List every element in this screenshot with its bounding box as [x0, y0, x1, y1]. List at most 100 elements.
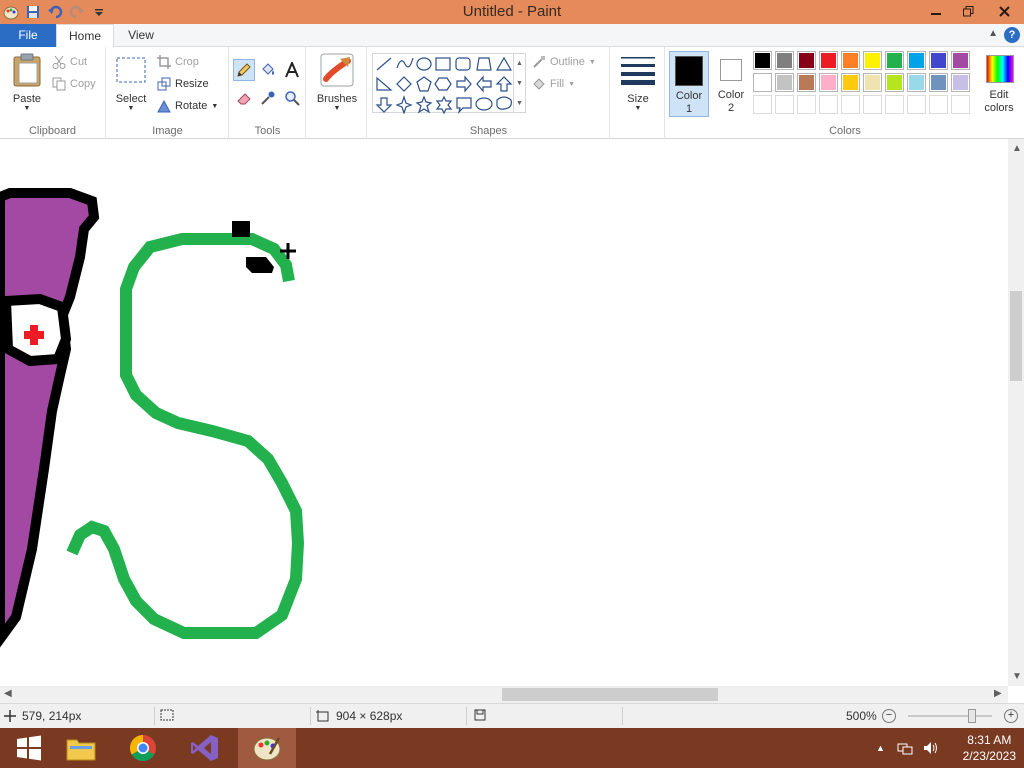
- palette-swatch[interactable]: [863, 73, 882, 92]
- eraser-tool[interactable]: [233, 87, 255, 109]
- paste-button[interactable]: Paste ▼: [6, 51, 48, 115]
- vertical-scrollbar[interactable]: ▲ ▼: [1008, 139, 1024, 686]
- minimize-ribbon-icon[interactable]: ▲: [988, 28, 998, 39]
- scroll-up-icon[interactable]: ▲: [514, 54, 525, 74]
- palette-custom-slot[interactable]: [797, 95, 816, 114]
- rotate-button[interactable]: Rotate ▼: [157, 97, 218, 115]
- text-tool[interactable]: [281, 59, 303, 81]
- palette-custom-slot[interactable]: [907, 95, 926, 114]
- select-button[interactable]: Select ▼: [113, 51, 149, 115]
- tools-group: Tools: [230, 47, 306, 139]
- palette-custom-slot[interactable]: [753, 95, 772, 114]
- palette-swatch[interactable]: [753, 73, 772, 92]
- restore-button[interactable]: [952, 0, 984, 22]
- vertical-scroll-thumb[interactable]: [1010, 291, 1022, 381]
- zoom-text: 500%: [846, 709, 877, 723]
- drawing-canvas[interactable]: [0, 139, 1008, 686]
- chevron-down-icon: ▼: [568, 80, 575, 88]
- palette-custom-slot[interactable]: [841, 95, 860, 114]
- shapes-scroll[interactable]: ▲ ▼ ▼: [514, 53, 526, 113]
- palette-swatch[interactable]: [775, 73, 794, 92]
- palette-swatch[interactable]: [885, 73, 904, 92]
- palette-swatch[interactable]: [885, 51, 904, 70]
- clock-time: 8:31 AM: [967, 733, 1012, 747]
- scroll-down-icon[interactable]: ▼: [514, 74, 525, 94]
- color1-button[interactable]: Color 1: [669, 51, 709, 117]
- outline-label: Outline: [550, 56, 585, 68]
- fill-button[interactable]: Fill ▼: [532, 75, 575, 93]
- palette-swatch[interactable]: [841, 51, 860, 70]
- cut-label: Cut: [70, 56, 88, 68]
- five-point-star-shape-icon: [415, 95, 433, 114]
- palette-swatch[interactable]: [863, 51, 882, 70]
- crop-button[interactable]: Crop: [157, 53, 199, 71]
- show-hidden-icons[interactable]: ▲: [876, 743, 885, 753]
- palette-custom-slot[interactable]: [775, 95, 794, 114]
- palette-swatch[interactable]: [929, 51, 948, 70]
- shapes-group-label: Shapes: [469, 125, 508, 137]
- select-icon: [116, 57, 146, 83]
- palette-swatch[interactable]: [797, 73, 816, 92]
- fill-tool[interactable]: [257, 59, 279, 81]
- file-explorer-taskbar[interactable]: [52, 728, 110, 768]
- size-button[interactable]: Size ▼: [615, 51, 661, 117]
- palette-swatch[interactable]: [951, 51, 970, 70]
- expand-gallery-icon[interactable]: ▼: [514, 94, 525, 114]
- volume-icon[interactable]: [923, 741, 939, 755]
- palette-swatch[interactable]: [775, 51, 794, 70]
- scroll-down-icon[interactable]: ▼: [1012, 671, 1022, 682]
- horizontal-scrollbar[interactable]: ◀ ▶: [0, 686, 1008, 703]
- oval-shape-icon: [416, 57, 432, 71]
- palette-swatch[interactable]: [951, 73, 970, 92]
- brushes-button[interactable]: Brushes ▼: [311, 51, 363, 117]
- start-button[interactable]: [0, 728, 58, 768]
- scroll-left-icon[interactable]: ◀: [4, 688, 12, 699]
- palette-swatch[interactable]: [907, 51, 926, 70]
- scroll-right-icon[interactable]: ▶: [994, 688, 1002, 699]
- palette-swatch[interactable]: [841, 73, 860, 92]
- scroll-up-icon[interactable]: ▲: [1012, 143, 1022, 154]
- zoom-out-button[interactable]: −: [882, 709, 896, 723]
- minimize-button[interactable]: [920, 0, 952, 22]
- brush-icon: [320, 53, 354, 87]
- network-icon[interactable]: [897, 741, 913, 755]
- rectangle-shape-icon: [435, 57, 451, 71]
- six-point-star-shape-icon: [435, 95, 453, 115]
- copy-button[interactable]: Copy: [52, 75, 96, 93]
- palette-swatch[interactable]: [819, 73, 838, 92]
- palette-custom-slot[interactable]: [885, 95, 904, 114]
- crop-label: Crop: [175, 56, 199, 68]
- chrome-taskbar[interactable]: [114, 728, 172, 768]
- visual-studio-taskbar[interactable]: [176, 728, 234, 768]
- color-picker-tool[interactable]: [257, 87, 279, 109]
- tab-view[interactable]: View: [118, 24, 164, 47]
- pencil-tool[interactable]: [233, 59, 255, 81]
- cut-button[interactable]: Cut: [52, 53, 87, 71]
- palette-swatch[interactable]: [819, 51, 838, 70]
- palette-custom-slot[interactable]: [929, 95, 948, 114]
- magnifier-tool[interactable]: [281, 87, 303, 109]
- zoom-slider[interactable]: [908, 709, 992, 723]
- color2-button[interactable]: Color 2: [712, 51, 750, 117]
- close-button[interactable]: [984, 0, 1024, 22]
- palette-custom-slot[interactable]: [819, 95, 838, 114]
- window-title: Untitled - Paint: [462, 3, 562, 20]
- palette-swatch[interactable]: [907, 73, 926, 92]
- palette-custom-slot[interactable]: [863, 95, 882, 114]
- edit-colors-button[interactable]: Edit colors: [976, 51, 1022, 117]
- palette-swatch[interactable]: [797, 51, 816, 70]
- tab-home[interactable]: Home: [56, 24, 114, 48]
- palette-swatch[interactable]: [753, 51, 772, 70]
- tab-file[interactable]: File: [0, 24, 56, 47]
- zoom-in-button[interactable]: +: [1004, 709, 1018, 723]
- outline-button[interactable]: Outline ▼: [532, 53, 596, 71]
- zoom-slider-thumb[interactable]: [968, 709, 976, 723]
- clock[interactable]: 8:31 AM 2/23/2023: [963, 732, 1016, 764]
- horizontal-scroll-thumb[interactable]: [502, 688, 718, 701]
- palette-custom-slot[interactable]: [951, 95, 970, 114]
- help-icon[interactable]: ?: [1004, 27, 1020, 43]
- left-arrow-shape-icon: [476, 75, 492, 93]
- paint-taskbar[interactable]: [238, 728, 296, 768]
- palette-swatch[interactable]: [929, 73, 948, 92]
- resize-button[interactable]: Resize: [157, 75, 209, 93]
